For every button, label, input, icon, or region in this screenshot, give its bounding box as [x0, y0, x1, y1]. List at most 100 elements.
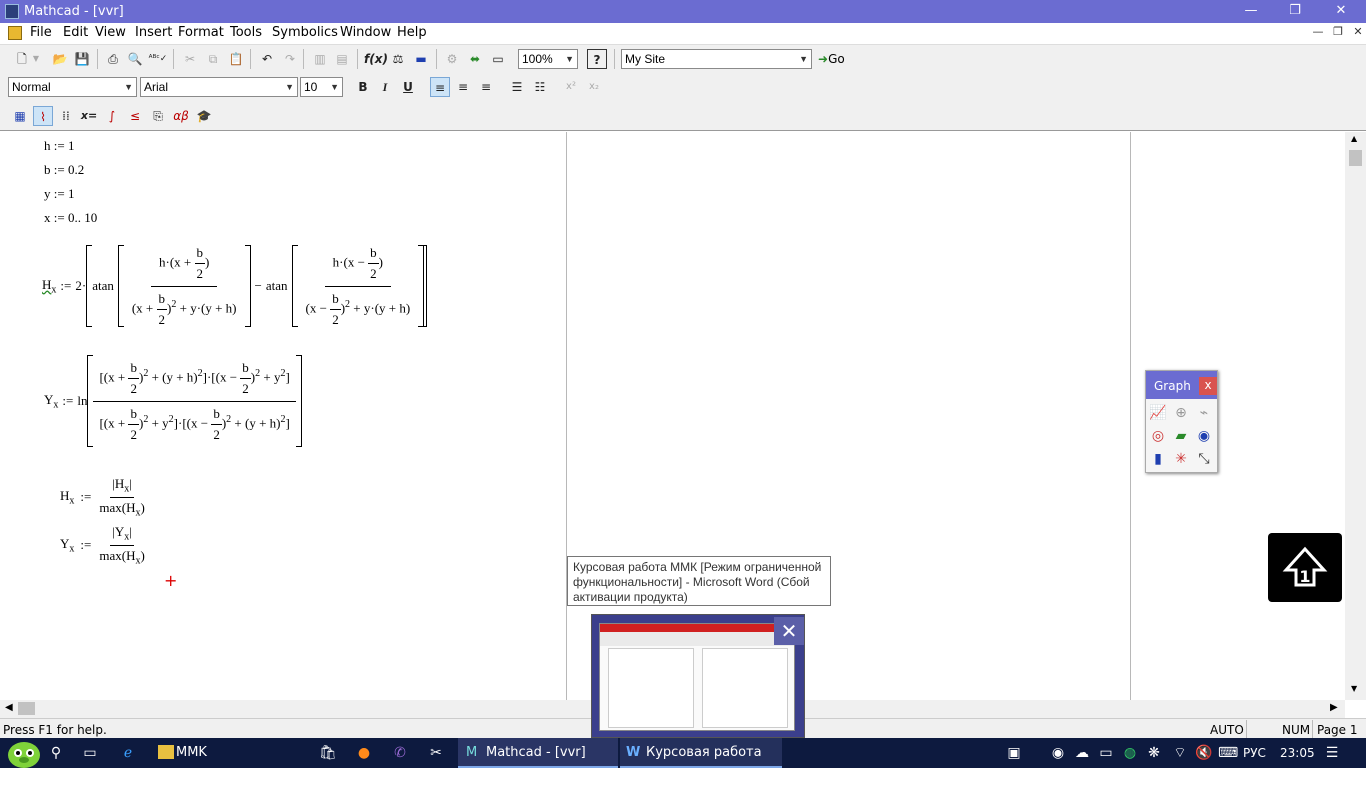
surface-plot-icon[interactable]: ▰ [1171, 426, 1191, 446]
open-folder-icon[interactable]: 📂 [50, 49, 70, 69]
contour-plot-icon[interactable]: ◉ [1194, 426, 1214, 446]
wifi-icon[interactable]: ⌔ [1170, 743, 1190, 763]
vertical-scrollbar[interactable]: ▲ ▼ [1345, 132, 1366, 700]
scroll-right-icon[interactable]: ▶ [1330, 702, 1338, 713]
doc-close-icon[interactable]: ✕ [1350, 25, 1366, 41]
style-select[interactable]: Normal ▼ [8, 77, 137, 97]
firefox-icon[interactable]: ● [354, 743, 374, 763]
italic-button[interactable]: I [375, 77, 395, 97]
doc-minimize-icon[interactable]: — [1310, 25, 1326, 41]
taskbar-word[interactable]: W Курсовая работа М... [620, 738, 782, 790]
language-indicator[interactable]: РУС [1243, 738, 1266, 768]
insert-component-icon[interactable]: ⚙ [442, 49, 462, 69]
symbolic-palette-icon[interactable]: 🎓 [194, 106, 214, 126]
menu-window[interactable]: Window [340, 25, 391, 40]
battery-icon[interactable]: ▭ [1096, 743, 1116, 763]
go-button[interactable]: ➜Go [818, 49, 845, 69]
scatter-plot-icon[interactable]: ✳ [1171, 449, 1191, 469]
restore-button[interactable]: ❐ [1272, 0, 1318, 23]
programming-palette-icon[interactable]: ⎘ [148, 106, 168, 126]
menu-symbolics[interactable]: Symbolics [272, 25, 338, 40]
keyboard-icon[interactable]: ⌨ [1218, 743, 1238, 763]
print-icon[interactable]: ⎙ [103, 49, 123, 69]
chrome-helper-icon[interactable]: ◍ [1120, 743, 1140, 763]
scroll-down-icon[interactable]: ▼ [1351, 684, 1357, 693]
def-b[interactable]: b := 0.2 [44, 162, 84, 178]
menu-file[interactable]: File [30, 25, 52, 40]
matrix-palette-icon[interactable]: ⁞⁞ [56, 106, 76, 126]
font-select[interactable]: Arial ▼ [140, 77, 298, 97]
scroll-up-overlay-button[interactable]: 1 [1268, 533, 1342, 602]
vector-field-plot-icon[interactable]: ⤡ [1194, 449, 1214, 469]
equation-y-normalized[interactable]: Yx := |Yx| max(Hx) [60, 521, 147, 569]
close-button[interactable]: ✕ [1318, 0, 1364, 23]
numbering-icon[interactable]: ☷ [530, 77, 550, 97]
edge-icon[interactable]: ℯ [118, 743, 138, 763]
menu-insert[interactable]: Insert [135, 25, 172, 40]
align-across-icon[interactable]: ▥ [310, 49, 330, 69]
new-document-icon[interactable]: 🗋 [12, 49, 32, 69]
calculator-palette-icon[interactable]: ▦ [10, 106, 30, 126]
def-y[interactable]: y := 1 [44, 186, 74, 202]
menu-view[interactable]: View [95, 25, 126, 40]
cloud-icon[interactable]: ☁ [1072, 743, 1092, 763]
equation-h[interactable]: Hx := 2 · atan h·(x + b 2) (x + b 2)2 + y·(… [42, 244, 428, 328]
record-icon[interactable]: ◉ [1048, 743, 1068, 763]
def-x[interactable]: x := 0.. 10 [44, 210, 97, 226]
snipping-tool-icon[interactable]: ✂ [426, 743, 446, 763]
calculus-palette-icon[interactable]: ∫ [102, 106, 122, 126]
save-icon[interactable]: 💾 [72, 49, 92, 69]
spell-check-icon[interactable]: ᴬᴮᶜ✓ [148, 49, 168, 69]
align-left-icon[interactable]: ≡ [430, 77, 450, 97]
help-icon[interactable]: ? [587, 49, 607, 69]
scroll-up-icon[interactable]: ▲ [1351, 134, 1357, 143]
taskbar-mathcad[interactable]: M Mathcad - [vvr] [458, 738, 618, 768]
trace-graph-icon[interactable]: ⌁ [1194, 403, 1214, 423]
undo-icon[interactable]: ↶ [257, 49, 277, 69]
paste-icon[interactable]: 📋 [226, 49, 246, 69]
graph-palette-close-button[interactable]: x [1199, 377, 1217, 395]
bar-plot-icon[interactable]: ▮ [1148, 449, 1168, 469]
graph-palette-icon[interactable]: ⌇ [33, 106, 53, 126]
xy-plot-icon[interactable]: 📈 [1148, 403, 1168, 423]
menu-edit[interactable]: Edit [63, 25, 88, 40]
bullets-icon[interactable]: ☰ [507, 77, 527, 97]
minimize-button[interactable]: — [1228, 0, 1274, 23]
superscript-button[interactable]: x² [561, 77, 581, 97]
graph-palette-header[interactable]: Graph x [1146, 371, 1217, 399]
doc-restore-icon[interactable]: ❐ [1330, 25, 1346, 41]
start-button[interactable] [2, 738, 42, 768]
word-thumbnail-preview[interactable]: ✕ [591, 614, 805, 738]
cut-icon[interactable]: ✂ [180, 49, 200, 69]
resource-center-icon[interactable]: ⬌ [465, 49, 485, 69]
equation-h-normalized[interactable]: Hx := |Hx| max(Hx) [60, 473, 147, 521]
thumbnail-close-button[interactable]: ✕ [774, 617, 804, 645]
print-preview-icon[interactable]: 🔍 [125, 49, 145, 69]
zoom-graph-icon[interactable]: ⊕ [1171, 403, 1191, 423]
volume-icon[interactable]: 🔇 [1194, 743, 1214, 763]
align-down-icon[interactable]: ▤ [332, 49, 352, 69]
boolean-palette-icon[interactable]: ≤ [125, 106, 145, 126]
task-view-icon[interactable]: ▭ [80, 743, 100, 763]
tray-app-icon[interactable]: ❋ [1144, 743, 1164, 763]
graph-palette[interactable]: Graph x 📈 ⊕ ⌁ ◎ ▰ ◉ ▮ ✳ ⤡ [1145, 370, 1218, 473]
menu-format[interactable]: Format [178, 25, 224, 40]
vertical-scroll-thumb[interactable] [1349, 150, 1362, 166]
subscript-button[interactable]: x₂ [584, 77, 604, 97]
copy-icon[interactable]: ⧉ [203, 49, 223, 69]
scroll-left-icon[interactable]: ◀ [5, 702, 13, 713]
insert-hyperlink-icon[interactable]: ▭ [488, 49, 508, 69]
document-icon[interactable] [8, 26, 22, 40]
insert-unit-icon[interactable]: ⚖ [388, 49, 408, 69]
equation-y[interactable]: Yx := ln [(x + b 2)2 + (y + h)2]·[(x − b2… [44, 354, 302, 448]
zoom-select[interactable]: 100% ▼ [518, 49, 578, 69]
site-select[interactable]: My Site ▼ [621, 49, 812, 69]
polar-plot-icon[interactable]: ◎ [1148, 426, 1168, 446]
store-icon[interactable]: 🛍 [318, 743, 338, 763]
menu-help[interactable]: Help [397, 25, 427, 40]
insert-function-icon[interactable]: f(x) [364, 49, 388, 69]
menu-tools[interactable]: Tools [230, 25, 262, 40]
notifications-icon[interactable]: ☰ [1322, 743, 1342, 763]
viber-icon[interactable]: ✆ [390, 743, 410, 763]
clock[interactable]: 23:05 [1280, 738, 1315, 768]
